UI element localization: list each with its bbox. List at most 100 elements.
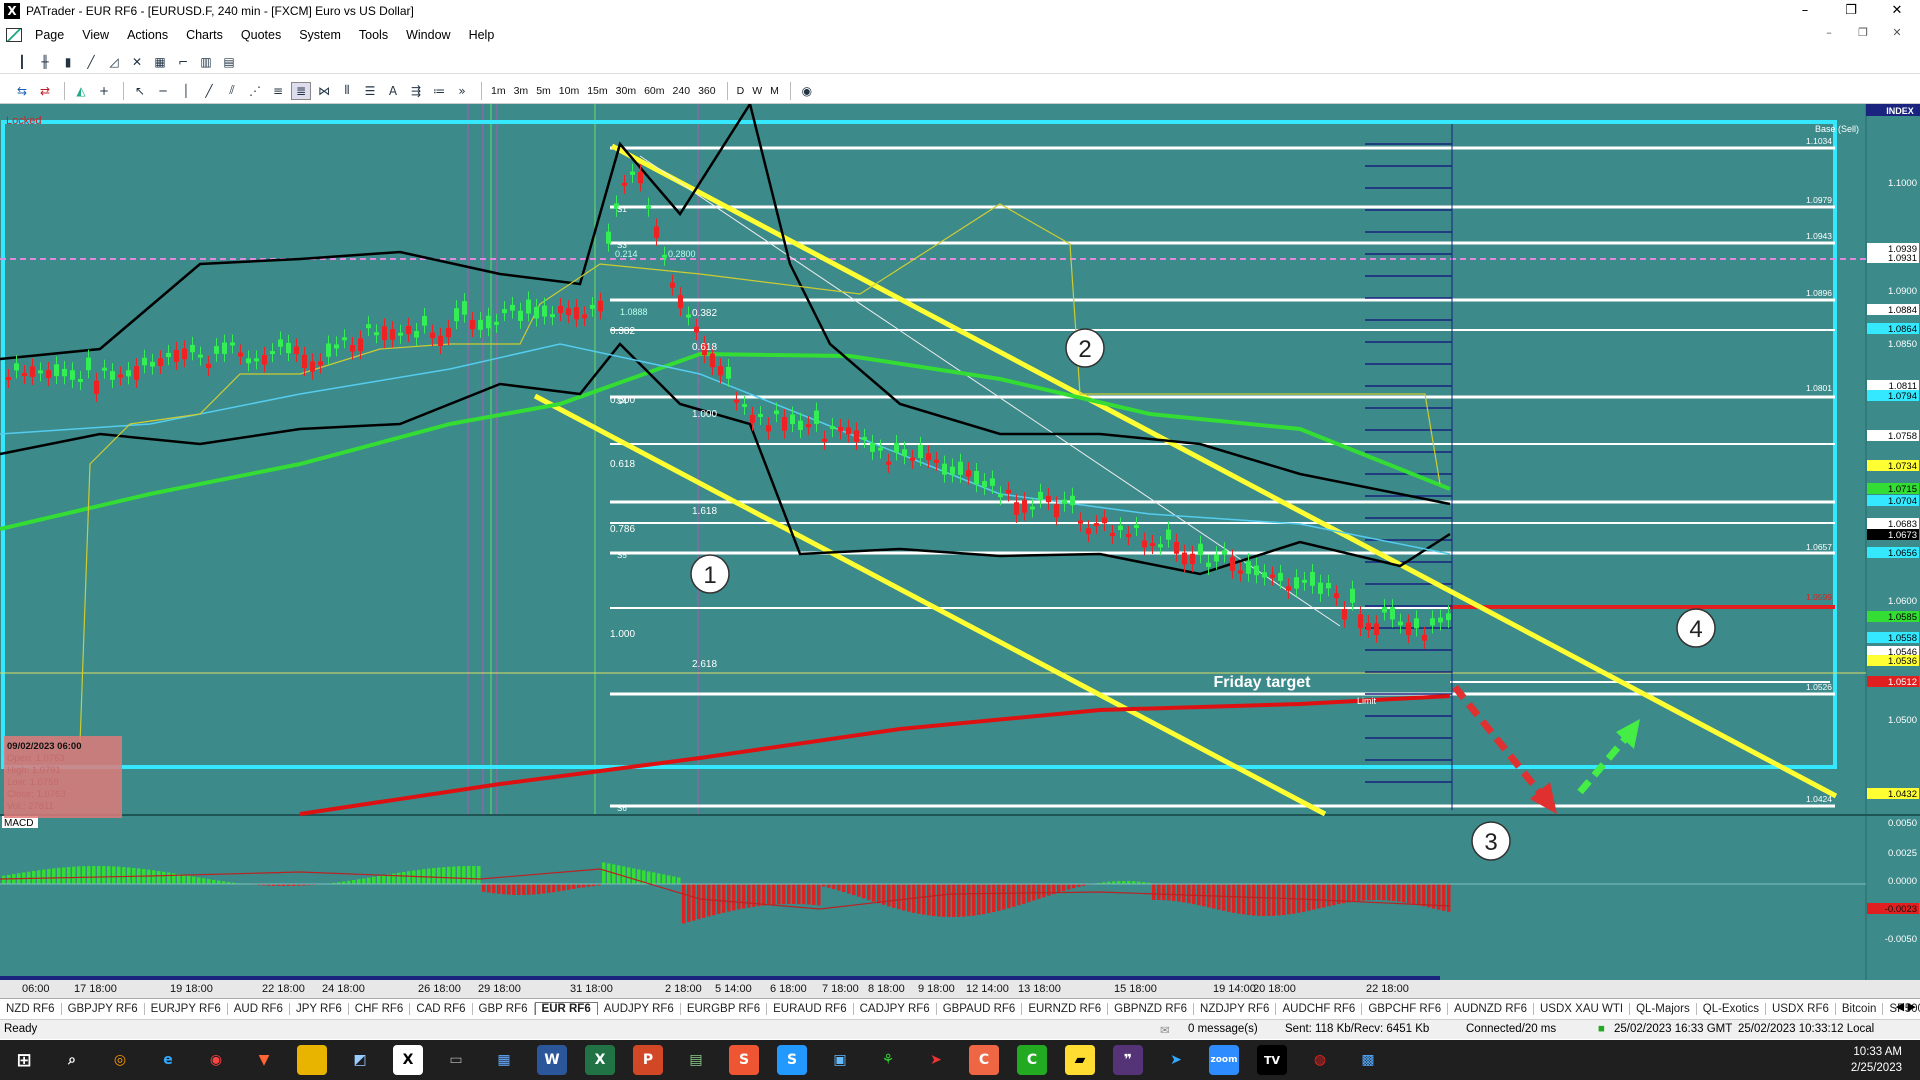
tf-1m[interactable]: 1m [488, 85, 509, 97]
trendline-icon[interactable]: ╱ [199, 82, 219, 100]
tab-scroll-arrows[interactable]: ◀ ▶ [1896, 1000, 1916, 1013]
mdi-minimize-button[interactable]: – [1812, 26, 1846, 39]
chrome-browser-icon[interactable]: ◉ [201, 1045, 231, 1075]
mdi-restore-button[interactable]: ❐ [1846, 26, 1880, 39]
tf-360[interactable]: 360 [695, 85, 719, 97]
app-purple-icon[interactable]: ❞ [1113, 1045, 1143, 1075]
candle-chart-icon[interactable]: ▮ [58, 53, 78, 71]
tf-30m[interactable]: 30m [613, 85, 639, 97]
menu-system[interactable]: System [290, 28, 350, 42]
tradingview-icon[interactable]: TV [1257, 1045, 1287, 1075]
brave-browser-icon[interactable]: ▼ [249, 1045, 279, 1075]
histogram-chart-icon[interactable]: ▤ [219, 53, 239, 71]
app-green-icon[interactable]: ⚘ [873, 1045, 903, 1075]
tf-5m[interactable]: 5m [533, 85, 554, 97]
screenshot-app-icon[interactable]: ▩ [1353, 1045, 1383, 1075]
tf-3m[interactable]: 3m [511, 85, 532, 97]
vline-icon[interactable]: │ [176, 82, 196, 100]
tf-15m[interactable]: 15m [584, 85, 610, 97]
tf-weekly[interactable]: W [749, 85, 765, 97]
channel-icon[interactable]: ⫽ [222, 82, 242, 100]
symbol-tab[interactable]: EURNZD RF6 [1022, 1002, 1109, 1015]
line-chart-icon[interactable]: ╱ [81, 53, 101, 71]
calculator-icon[interactable]: ▦ [489, 1045, 519, 1075]
menu-view[interactable]: View [73, 28, 118, 42]
telegram-icon[interactable]: ➤ [1161, 1045, 1191, 1075]
menu-tools[interactable]: Tools [350, 28, 397, 42]
menu-charts[interactable]: Charts [177, 28, 232, 42]
area-chart-icon[interactable]: ◿ [104, 53, 124, 71]
symbol-tab[interactable]: EURGBP RF6 [681, 1002, 768, 1015]
symbol-tab[interactable]: AUDNZD RF6 [1448, 1002, 1534, 1015]
symbol-tab[interactable]: CAD RF6 [410, 1002, 473, 1015]
crosshair-icon[interactable]: + [94, 82, 114, 100]
symbol-tab[interactable]: EUR RF6 [534, 1002, 598, 1015]
symbol-tab[interactable]: GBP RF6 [473, 1002, 535, 1015]
symbol-tab[interactable]: QL-Exotics [1697, 1002, 1766, 1015]
excel-icon[interactable]: X [585, 1045, 615, 1075]
sync-icon[interactable]: ⇆ [12, 82, 32, 100]
app-c-orange-icon[interactable]: C [969, 1045, 999, 1075]
symbol-tab[interactable]: GBPJPY RF6 [62, 1002, 145, 1015]
symbol-tab[interactable]: JPY RF6 [290, 1002, 349, 1015]
price-chart[interactable]: 0.3820.5000.6180.7861.0000.3820.6181.000… [0, 104, 1920, 1000]
patrader-app-icon[interactable]: X [393, 1045, 423, 1075]
image-viewer-icon[interactable]: ▤ [681, 1045, 711, 1075]
menu-help[interactable]: Help [460, 28, 504, 42]
symbol-tab[interactable]: AUD RF6 [228, 1002, 290, 1015]
fib-icon[interactable]: ≡ [268, 82, 288, 100]
symbol-tab[interactable]: EURAUD RF6 [767, 1002, 854, 1015]
search-icon[interactable]: ⌕ [57, 1045, 87, 1075]
more-tools-icon[interactable]: » [452, 82, 472, 100]
symbol-tab[interactable]: NZD RF6 [0, 1002, 62, 1015]
close-button[interactable]: ✕ [1874, 0, 1920, 22]
taskbar-clock[interactable]: 10:33 AM 2/25/2023 [1851, 1044, 1902, 1076]
symbol-tab[interactable]: AUDJPY RF6 [598, 1002, 681, 1015]
ohlc-chart-icon[interactable]: ╫ [35, 53, 55, 71]
symbol-tab[interactable]: USDX XAU WTI [1534, 1002, 1631, 1015]
symbol-tab[interactable]: NZDJPY RF6 [1194, 1002, 1277, 1015]
notes-app-icon[interactable]: ◩ [345, 1045, 375, 1075]
tf-240[interactable]: 240 [670, 85, 694, 97]
app-red-circle-icon[interactable]: ◍ [1305, 1045, 1335, 1075]
cursor-icon[interactable]: ↖ [130, 82, 150, 100]
symbol-tab[interactable]: GBPNZD RF6 [1108, 1002, 1195, 1015]
minimize-button[interactable]: – [1782, 0, 1828, 22]
pivot-icon[interactable]: ☰ [360, 82, 380, 100]
indicator-icon[interactable]: ◭ [71, 82, 91, 100]
symbol-tab[interactable]: QL-Majors [1630, 1002, 1697, 1015]
bar-chart-icon[interactable]: ┃ [12, 53, 32, 71]
symbol-tab[interactable]: GBPAUD RF6 [937, 1002, 1023, 1015]
text-icon[interactable]: A [383, 82, 403, 100]
file-explorer-icon[interactable] [297, 1045, 327, 1075]
tf-monthly[interactable]: M [767, 85, 782, 97]
link-icon[interactable]: ⇄ [35, 82, 55, 100]
app-s-red-icon[interactable]: S [729, 1045, 759, 1075]
arrow-tool-icon[interactable]: ⇶ [406, 82, 426, 100]
symbol-tab[interactable]: CADJPY RF6 [854, 1002, 937, 1015]
kagi-chart-icon[interactable]: ⌐ [173, 53, 193, 71]
symbol-tab[interactable]: AUDCHF RF6 [1276, 1002, 1363, 1015]
menu-actions[interactable]: Actions [118, 28, 177, 42]
tf-60m[interactable]: 60m [641, 85, 667, 97]
sticky-notes-icon[interactable]: ▰ [1065, 1045, 1095, 1075]
symbol-tab[interactable]: CHF RF6 [349, 1002, 411, 1015]
chart-area[interactable]: 0.382 0.500 0.618 0.786 1.000 0.382 0.618 1.000… [0, 104, 1920, 998]
symbol-tab[interactable]: USDX RF6 [1766, 1002, 1836, 1015]
gann-icon[interactable]: ⋈ [314, 82, 334, 100]
menu-page[interactable]: Page [26, 28, 73, 42]
fan-icon[interactable]: ⋰ [245, 82, 265, 100]
zoom-icon[interactable]: zoom [1209, 1045, 1239, 1075]
tf-daily[interactable]: D [734, 85, 748, 97]
symbol-tab[interactable]: Bitcoin [1836, 1002, 1884, 1015]
edge-browser-icon[interactable]: e [153, 1045, 183, 1075]
symbol-tab[interactable]: GBPCHF RF6 [1362, 1002, 1449, 1015]
app-s-blue-icon[interactable]: S [777, 1045, 807, 1075]
cycle-icon[interactable]: ⦀ [337, 82, 357, 100]
maximize-button[interactable]: ❐ [1828, 0, 1874, 22]
volume-chart-icon[interactable]: ▥ [196, 53, 216, 71]
renko-chart-icon[interactable]: ▦ [150, 53, 170, 71]
powerpoint-icon[interactable]: P [633, 1045, 663, 1075]
tf-10m[interactable]: 10m [556, 85, 582, 97]
windows-start-icon[interactable]: ⊞ [9, 1045, 39, 1075]
